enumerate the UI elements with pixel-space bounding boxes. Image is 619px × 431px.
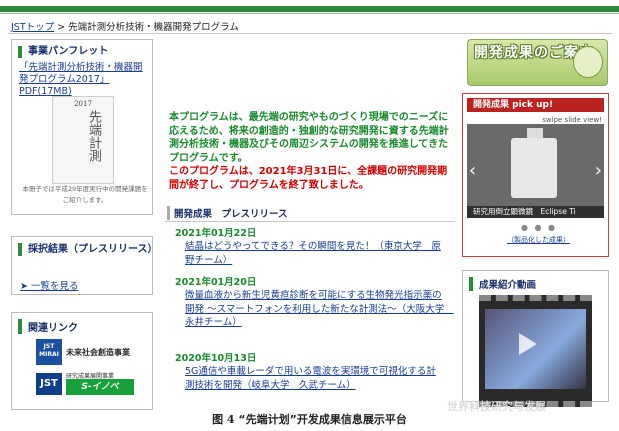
news-date: 2020年10月13日: [175, 353, 257, 364]
pamphlet-pdf-link[interactable]: 「先端計測分析技術・機器開発プログラム2017」 PDF(17MB): [19, 62, 149, 98]
s-innovation-banner-text: S-イノベ: [66, 379, 134, 395]
program-end-notice: このプログラムは、2021年3月31日に、全課題の研究開発期間が終了し、プログラ…: [169, 166, 448, 191]
video-box: 成果紹介動画: [462, 270, 609, 407]
figure-number: 图 4: [212, 413, 235, 426]
results-title: 採択結果（プレスリリース）: [18, 243, 158, 256]
program-intro: 本プログラムは、最先端の研究やものづくり現場でのニーズに応えるため、将来の創造的…: [169, 111, 451, 192]
pickup-slide-image[interactable]: ‹ › 研究用倒立顕微鏡 Eclipse Ti: [467, 124, 604, 218]
mirai-banner-text: 未来社会創造事業: [66, 348, 130, 357]
s-innovation-banner-link[interactable]: JST 研究成果展開事業 S-イノベ: [36, 371, 136, 399]
video-thumbnail[interactable]: [479, 295, 592, 407]
breadcrumb-separator: >: [54, 22, 69, 33]
breadcrumb: JSTトップ > 先端計測分析技術・機器開発プログラム: [11, 19, 239, 33]
breadcrumb-home-link[interactable]: JSTトップ: [11, 22, 54, 33]
pamphlet-box: 事業パンフレット 「先端計測分析技術・機器開発プログラム2017」 PDF(17…: [11, 39, 153, 215]
carousel-dots[interactable]: ● ● ●: [521, 223, 557, 232]
related-links-title: 関連リンク: [18, 319, 78, 334]
jst-mirai-logo: JST MIRAI: [36, 339, 62, 365]
news-link[interactable]: 微量血液から新生児黄疸診断を可能にする生物発光指示薬の開発 ～スマートフォンを利…: [185, 289, 454, 330]
top-green-bar: [0, 6, 619, 12]
pickup-carousel: 開発成果 pick up! swipe slide view! ‹ › 研究用倒…: [462, 93, 609, 257]
pamphlet-note: 本冊子では平成29年度実行中の開発課題をご紹介します。: [22, 185, 148, 204]
pickup-product-link[interactable]: （製品化した成果）: [507, 235, 570, 245]
mirai-banner-link[interactable]: JST MIRAI 未来社会創造事業: [36, 339, 136, 367]
results-list-link[interactable]: ➤ 一覧を見る: [20, 278, 78, 292]
pamphlet-title: 事業パンフレット: [18, 46, 152, 58]
press-release-section-header: 開発成果 プレスリリース: [165, 205, 455, 222]
figure-caption: 图 4 “先端计划”开发成果信息展示平台: [0, 411, 619, 427]
related-links-box: 関連リンク JST MIRAI 未来社会創造事業 JST 研究成果展開事業 S-…: [11, 312, 153, 410]
swipe-hint: swipe slide view!: [542, 116, 602, 124]
pickup-title: 開発成果 pick up!: [467, 98, 604, 112]
results-guide-banner[interactable]: 開発成果のご案内: [467, 39, 608, 86]
microscope-illustration: [511, 138, 557, 198]
carousel-next-arrow-icon[interactable]: ›: [595, 160, 602, 181]
intro-text: 本プログラムは、最先端の研究やものづくり現場でのニーズに応えるため、将来の創造的…: [169, 112, 449, 164]
cover-year: 2017: [74, 100, 92, 108]
carousel-prev-arrow-icon[interactable]: ‹: [469, 160, 476, 181]
figure-caption-text: “先端计划”开发成果信息展示平台: [238, 413, 407, 426]
jst-logo: JST: [36, 373, 62, 395]
bird-mascot-icon: [573, 46, 603, 78]
breadcrumb-divider: [8, 33, 612, 34]
news-item: 2021年01月20日 微量血液から新生児黄疸診断を可能にする生物発光指示薬の開…: [175, 276, 454, 330]
cover-title: 先端計測: [86, 110, 101, 162]
play-icon[interactable]: [519, 333, 537, 355]
news-item: 2020年10月13日 5G通信や車載レーダで用いる電波を実環境で可視化する計測…: [175, 352, 445, 392]
top-green-line: [0, 13, 619, 14]
news-link[interactable]: 結晶はどうやってできる？その瞬間を見た！（東京大学 原野チーム）: [185, 240, 445, 267]
slide-caption: 研究用倒立顕微鏡 Eclipse Ti: [467, 206, 604, 218]
press-release-section-title: 開発成果 プレスリリース: [167, 206, 288, 220]
news-date: 2021年01月22日: [175, 228, 257, 239]
pamphlet-cover-image[interactable]: 2017 先端計測: [52, 96, 114, 184]
news-link[interactable]: 5G通信や車載レーダで用いる電波を実環境で可視化する計測技術を開発（岐阜大学 久…: [185, 365, 445, 392]
breadcrumb-current: 先端計測分析技術・機器開発プログラム: [68, 22, 239, 33]
news-date: 2021年01月20日: [175, 277, 257, 288]
news-item: 2021年01月22日 結晶はどうやってできる？その瞬間を見た！（東京大学 原野…: [175, 227, 445, 267]
results-box: 採択結果（プレスリリース） ➤ 一覧を見る: [11, 236, 158, 295]
video-title: 成果紹介動画: [469, 277, 536, 291]
